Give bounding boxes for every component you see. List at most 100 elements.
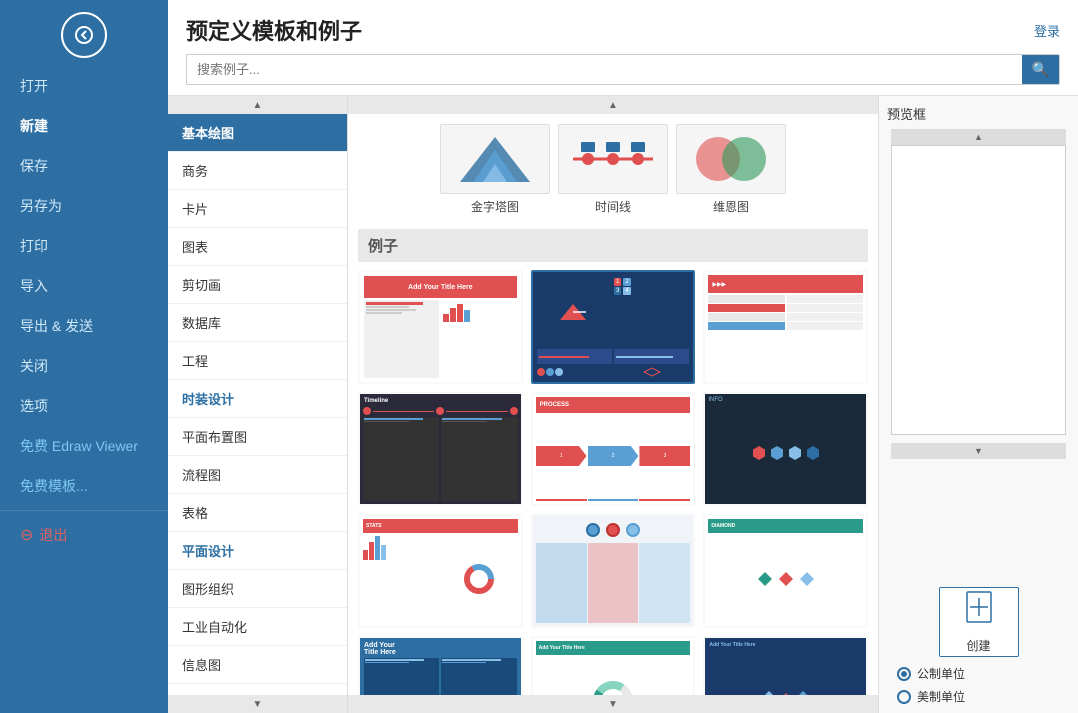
category-item-engineering[interactable]: 工程 — [168, 342, 347, 380]
example-item-1[interactable]: Add Your Title Here — [358, 270, 523, 384]
examples-section-label: 例子 — [358, 229, 868, 262]
sidebar-item-saveas[interactable]: 另存为 — [0, 186, 168, 226]
example-item-7[interactable]: STATS — [358, 514, 523, 628]
sidebar: 打开 新建 保存 另存为 打印 导入 导出 & 发送 关闭 选项 免费 Edra… — [0, 0, 168, 713]
exit-icon: ⊖ — [20, 525, 33, 545]
category-item-map[interactable]: 地图 — [168, 684, 347, 695]
create-section: 创建 公制单位 美制单位 — [887, 587, 1070, 705]
grid-scroll-up[interactable]: ▲ — [348, 96, 878, 114]
preview-scroll-down[interactable]: ▼ — [891, 443, 1066, 459]
sidebar-item-close[interactable]: 关闭 — [0, 346, 168, 386]
venn-label: 维恩图 — [713, 198, 749, 215]
example-item-6[interactable]: INFO — [703, 392, 868, 506]
create-button[interactable]: 创建 — [939, 587, 1019, 657]
create-label: 创建 — [966, 637, 990, 654]
preview-box — [891, 145, 1066, 435]
example-item-4[interactable]: Timeline — [358, 392, 523, 506]
sidebar-item-open[interactable]: 打开 — [0, 66, 168, 106]
timeline-thumb — [558, 124, 668, 194]
example-item-10[interactable]: Add YourTitle Here — [358, 636, 523, 695]
top-templates-row: 金字塔图 — [358, 124, 868, 215]
category-item-graphic-org[interactable]: 图形组织 — [168, 570, 347, 608]
example-item-3[interactable]: ▶▶▶ — [703, 270, 868, 384]
sidebar-menu: 打开 新建 保存 另存为 打印 导入 导出 & 发送 关闭 选项 免费 Edra… — [0, 66, 168, 713]
template-venn[interactable]: 维恩图 — [676, 124, 786, 215]
category-item-database[interactable]: 数据库 — [168, 304, 347, 342]
search-icon: 🔍 — [1032, 61, 1049, 77]
template-pyramid[interactable]: 金字塔图 — [440, 124, 550, 215]
example-thumb-11: Add Your Title Here — [533, 638, 694, 695]
main-area: 预定义模板和例子 登录 🔍 ▲ 基本绘图 商务 卡片 图表 剪切画 数据库 工程… — [168, 0, 1078, 713]
example-thumb-3: ▶▶▶ — [705, 272, 866, 382]
sidebar-item-viewer[interactable]: 免费 Edraw Viewer — [0, 426, 168, 466]
example-thumb-5: PROCESS 1 2 — [533, 394, 694, 504]
sidebar-item-free-template[interactable]: 免费模板... — [0, 466, 168, 506]
create-icon — [963, 590, 995, 633]
category-item-flatdesign[interactable]: 平面设计 — [168, 532, 347, 570]
example-thumb-1: Add Your Title Here — [360, 272, 521, 382]
example-thumb-9: DIAMOND — [705, 516, 866, 626]
template-grid-wrap: ▲ 金字塔图 — [348, 96, 878, 713]
example-thumb-6: INFO — [705, 394, 866, 504]
sidebar-item-print[interactable]: 打印 — [0, 226, 168, 266]
category-item-table[interactable]: 表格 — [168, 494, 347, 532]
search-bar: 🔍 — [186, 54, 1060, 85]
sidebar-item-exit[interactable]: ⊖ 退出 — [0, 515, 168, 555]
main-header: 预定义模板和例子 登录 — [168, 0, 1078, 54]
preview-scroll-up[interactable]: ▲ — [891, 129, 1066, 145]
example-item-12[interactable]: Add Your Title Here — [703, 636, 868, 695]
category-item-card[interactable]: 卡片 — [168, 190, 347, 228]
sidebar-item-export[interactable]: 导出 & 发送 — [0, 306, 168, 346]
example-thumb-10: Add YourTitle Here — [360, 638, 521, 695]
radio-group: 公制单位 美制单位 — [887, 665, 1070, 705]
grid-scroll-down[interactable]: ▼ — [348, 695, 878, 713]
radio-imperial-label: 美制单位 — [917, 688, 965, 705]
category-item-industrial[interactable]: 工业自动化 — [168, 608, 347, 646]
sidebar-item-save[interactable]: 保存 — [0, 146, 168, 186]
category-scroll-down[interactable]: ▼ — [168, 695, 347, 713]
sidebar-divider — [0, 510, 168, 511]
category-scroll-up[interactable]: ▲ — [168, 96, 347, 114]
example-item-11[interactable]: Add Your Title Here — [531, 636, 696, 695]
radio-imperial[interactable]: 美制单位 — [897, 688, 1070, 705]
venn-thumb — [676, 124, 786, 194]
content-area: ▲ 基本绘图 商务 卡片 图表 剪切画 数据库 工程 时装设计 平面布置图 流程… — [168, 95, 1078, 713]
radio-metric[interactable]: 公制单位 — [897, 665, 1070, 682]
category-item-fashion[interactable]: 时装设计 — [168, 380, 347, 418]
login-link[interactable]: 登录 — [1034, 21, 1060, 40]
category-scroll[interactable]: 基本绘图 商务 卡片 图表 剪切画 数据库 工程 时装设计 平面布置图 流程图 … — [168, 114, 347, 695]
example-item-8[interactable] — [531, 514, 696, 628]
template-grid-scroll[interactable]: 金字塔图 — [348, 114, 878, 695]
pyramid-label: 金字塔图 — [471, 198, 519, 215]
page-title: 预定义模板和例子 — [186, 14, 362, 46]
sidebar-item-new[interactable]: 新建 — [0, 106, 168, 146]
sidebar-item-options[interactable]: 选项 — [0, 386, 168, 426]
preview-panel: 预览框 ▲ ▼ 创建 — [878, 96, 1078, 713]
category-list-wrap: ▲ 基本绘图 商务 卡片 图表 剪切画 数据库 工程 时装设计 平面布置图 流程… — [168, 96, 348, 713]
example-thumb-2: 1 2 3 4 — [533, 272, 694, 382]
category-item-floorplan[interactable]: 平面布置图 — [168, 418, 347, 456]
template-timeline[interactable]: 时间线 — [558, 124, 668, 215]
category-item-flowchart[interactable]: 流程图 — [168, 456, 347, 494]
example-item-9[interactable]: DIAMOND — [703, 514, 868, 628]
example-thumb-7: STATS — [360, 516, 521, 626]
example-thumb-8 — [533, 516, 694, 626]
search-input[interactable] — [187, 57, 1022, 82]
example-item-2[interactable]: 1 2 3 4 — [531, 270, 696, 384]
radio-metric-label: 公制单位 — [917, 665, 965, 682]
back-button[interactable] — [61, 12, 107, 58]
example-thumb-12: Add Your Title Here — [705, 638, 866, 695]
radio-metric-circle — [897, 667, 911, 681]
example-thumb-4: Timeline — [360, 394, 521, 504]
example-item-5[interactable]: PROCESS 1 2 — [531, 392, 696, 506]
pyramid-thumb — [440, 124, 550, 194]
preview-label: 预览框 — [887, 104, 926, 123]
category-item-clipart[interactable]: 剪切画 — [168, 266, 347, 304]
category-item-chart[interactable]: 图表 — [168, 228, 347, 266]
category-item-basic[interactable]: 基本绘图 — [168, 114, 347, 152]
examples-grid: Add Your Title Here — [358, 270, 868, 695]
category-item-business[interactable]: 商务 — [168, 152, 347, 190]
sidebar-item-import[interactable]: 导入 — [0, 266, 168, 306]
category-item-infographic[interactable]: 信息图 — [168, 646, 347, 684]
search-button[interactable]: 🔍 — [1022, 55, 1059, 84]
